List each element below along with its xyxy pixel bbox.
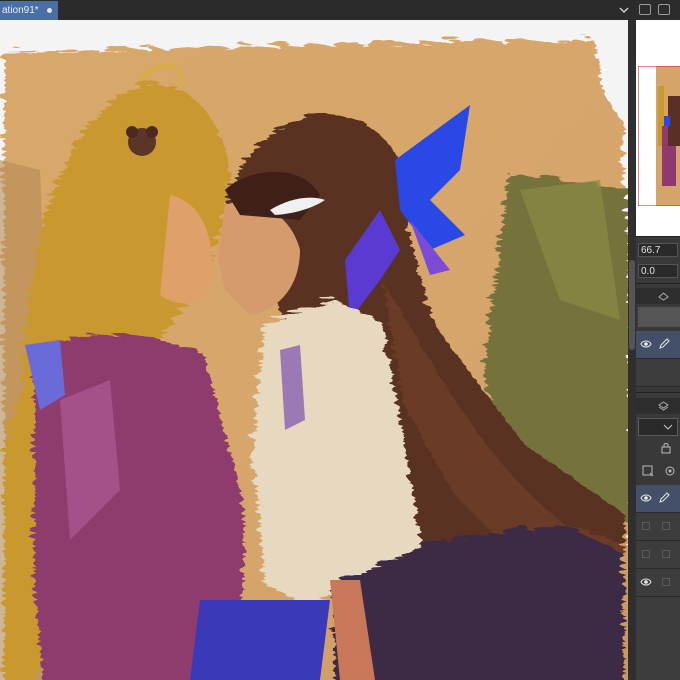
lock-icon[interactable] [660, 442, 672, 454]
layer-row[interactable] [636, 569, 680, 597]
navigator-preview[interactable] [636, 20, 680, 237]
chevron-down-icon [663, 424, 673, 430]
layer-row[interactable] [636, 513, 680, 541]
painting-canvas[interactable] [0, 20, 628, 680]
document-tab[interactable]: ation91* [0, 1, 58, 20]
layer-panel-tab-row [636, 398, 680, 414]
canvas-vertical-scrollbar[interactable] [628, 20, 636, 680]
edit-cell[interactable] [662, 550, 670, 558]
visibility-cell[interactable] [642, 522, 650, 530]
eye-icon[interactable] [640, 493, 652, 503]
panel-tab-row [636, 288, 680, 304]
pen-icon[interactable] [658, 491, 670, 504]
document-tab-title: ation91* [2, 5, 39, 16]
edit-cell[interactable] [662, 522, 670, 530]
layer-row[interactable] [636, 485, 680, 513]
document-tab-bar: ation91* [0, 0, 636, 21]
layer-row[interactable] [636, 541, 680, 569]
right-panel: 66.7 0.0 [636, 0, 680, 680]
eye-icon[interactable] [640, 577, 652, 587]
navigator-icon[interactable] [658, 4, 670, 15]
canvas-area[interactable] [0, 20, 628, 680]
zoom-value-field[interactable]: 66.7 [638, 243, 678, 257]
new-layer-icon[interactable] [642, 465, 654, 477]
blend-mode-dropdown[interactable] [638, 418, 678, 436]
tab-close-dot-icon[interactable] [47, 8, 52, 13]
layer-property-icon[interactable] [658, 291, 669, 301]
scrollbar-thumb[interactable] [629, 260, 635, 350]
visibility-cell[interactable] [642, 550, 650, 558]
layer-row[interactable] [636, 331, 680, 359]
divider [636, 283, 680, 284]
layer-settings-icon[interactable] [664, 465, 676, 477]
edit-cell[interactable] [662, 578, 670, 586]
navigator-panel-header [636, 0, 680, 20]
property-bar [638, 307, 680, 327]
layer-list-empty [636, 597, 680, 680]
layer-row[interactable] [636, 359, 680, 387]
panel-menu-icon[interactable] [639, 4, 651, 15]
pen-icon[interactable] [658, 337, 670, 350]
chevron-down-icon[interactable] [618, 4, 630, 16]
layers-icon[interactable] [658, 401, 669, 411]
eye-icon[interactable] [640, 339, 652, 349]
navigator-thumbnail[interactable] [638, 66, 680, 206]
divider [636, 392, 680, 393]
rotation-value-field[interactable]: 0.0 [638, 264, 678, 278]
